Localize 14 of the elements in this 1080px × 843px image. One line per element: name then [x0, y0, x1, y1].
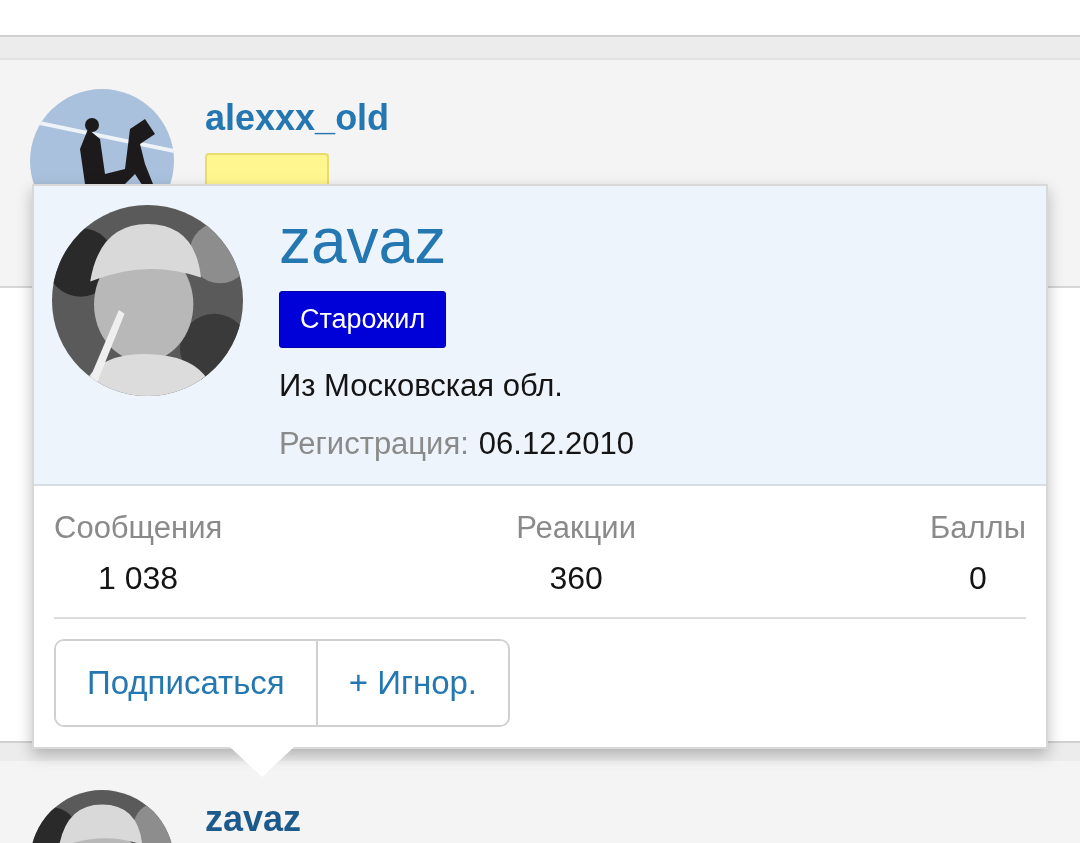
author-name[interactable]: zavaz [205, 798, 302, 840]
stat-value: 0 [969, 560, 987, 597]
stat-label: Баллы [929, 510, 1026, 546]
registration-date: 06.12.2010 [478, 426, 634, 462]
location-text: Из Московская обл. [279, 368, 563, 404]
stat-value: 360 [549, 560, 603, 597]
ignore-button[interactable]: + Игнор. [315, 641, 508, 725]
author-name[interactable]: alexxx_old [205, 97, 390, 139]
registration-label: Регистрация: [279, 426, 469, 462]
username[interactable]: zavaz [279, 205, 447, 277]
stat-value: 1 038 [98, 560, 179, 597]
user-badge: Старожил [279, 291, 447, 348]
stat-label: Реакции [516, 510, 636, 546]
stat-label: Сообщения [54, 510, 223, 546]
